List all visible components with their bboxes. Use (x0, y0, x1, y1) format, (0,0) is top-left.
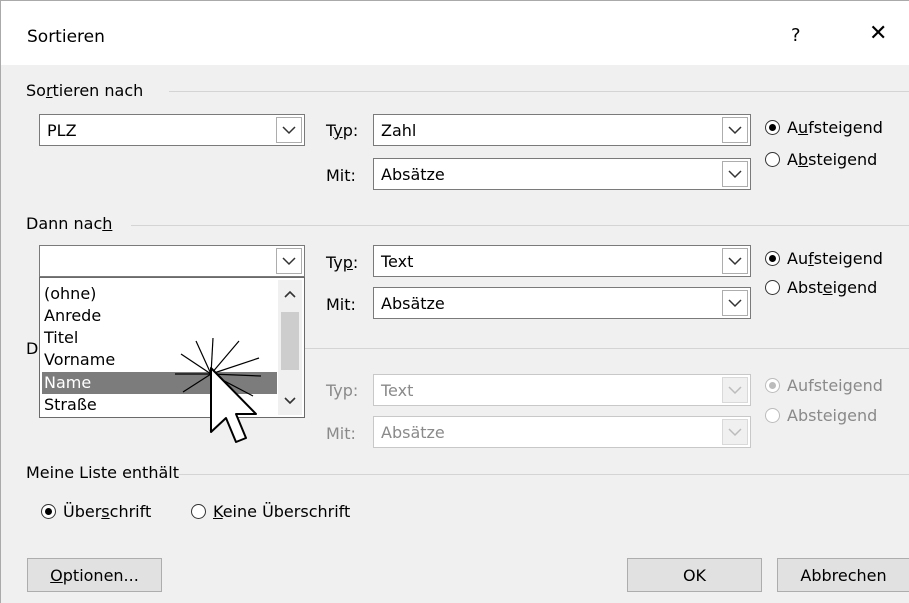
cancel-button[interactable]: Abbrechen (777, 558, 909, 592)
radio-selected-icon (41, 504, 56, 519)
mit-label: Mit: (326, 166, 356, 185)
scrollbar-thumb[interactable] (281, 312, 299, 370)
chevron-down-icon[interactable] (722, 290, 748, 316)
options-button[interactable]: Optionen... (27, 558, 162, 592)
mit-label: Mit: (326, 424, 356, 443)
list-item[interactable]: (ohne) (42, 283, 277, 305)
type-label: Typ: (326, 381, 359, 400)
radio-icon (765, 408, 780, 423)
chevron-down-icon[interactable] (276, 117, 302, 143)
mouse-cursor-icon (210, 367, 257, 443)
ok-button[interactable]: OK (627, 558, 762, 592)
group-divider (305, 348, 909, 349)
then-by-type-select[interactable]: Text (373, 245, 751, 277)
group-divider (131, 225, 909, 226)
sort3-descending-radio: Absteigend (765, 406, 877, 425)
dialog-title: Sortieren (27, 27, 105, 47)
header-row-radio[interactable]: Überschrift (41, 502, 151, 521)
type-label: Typ: (326, 121, 359, 140)
chevron-down-icon[interactable] (722, 248, 748, 274)
radio-icon (765, 280, 780, 295)
list-item[interactable]: Anrede (42, 305, 277, 327)
help-button[interactable]: ? (791, 25, 801, 46)
chevron-down-icon (722, 419, 748, 445)
radio-selected-icon (765, 251, 780, 266)
chevron-down-icon[interactable] (722, 117, 748, 143)
group-divider (179, 474, 909, 475)
sort2-descending-radio[interactable]: Absteigend (765, 278, 877, 297)
sort1-descending-radio[interactable]: Absteigend (765, 150, 877, 169)
no-header-row-radio[interactable]: Keine Überschrift (191, 502, 350, 521)
then-by-mit-select[interactable]: Absätze (373, 287, 751, 319)
sort3-ascending-radio: Aufsteigend (765, 376, 883, 395)
chevron-down-icon[interactable] (276, 248, 302, 274)
close-button[interactable]: ✕ (869, 21, 887, 46)
then-by-2-label: D (26, 339, 39, 358)
then-by-2-type-select: Text (373, 374, 751, 406)
then-by-2-mit-select: Absätze (373, 416, 751, 448)
sort-by-type-select[interactable]: Zahl (373, 114, 751, 146)
chevron-down-icon (722, 377, 748, 403)
sort-by-mit-select[interactable]: Absätze (373, 158, 751, 190)
sort-by-field-select[interactable]: PLZ (39, 114, 305, 146)
sort-dialog: Sortieren ? ✕ Sortieren nach PLZ Typ: Za… (0, 0, 909, 603)
radio-icon (191, 504, 206, 519)
then-by-label: Dann nach (26, 214, 113, 233)
scroll-up-icon[interactable] (284, 290, 296, 298)
scroll-down-icon[interactable] (284, 397, 296, 405)
sort1-ascending-radio[interactable]: Aufsteigend (765, 118, 883, 137)
mit-label: Mit: (326, 295, 356, 314)
radio-selected-icon (765, 120, 780, 135)
scrollbar[interactable] (278, 280, 302, 415)
radio-selected-icon (765, 378, 780, 393)
radio-icon (765, 152, 780, 167)
then-by-field-select[interactable] (39, 245, 305, 277)
list-contains-label: Meine Liste enthält (26, 463, 179, 482)
sort2-ascending-radio[interactable]: Aufsteigend (765, 249, 883, 268)
type-label: Typ: (326, 253, 359, 272)
title-bar (1, 1, 909, 65)
sort-by-label: Sortieren nach (26, 81, 144, 100)
chevron-down-icon[interactable] (722, 161, 748, 187)
group-divider (169, 91, 909, 92)
